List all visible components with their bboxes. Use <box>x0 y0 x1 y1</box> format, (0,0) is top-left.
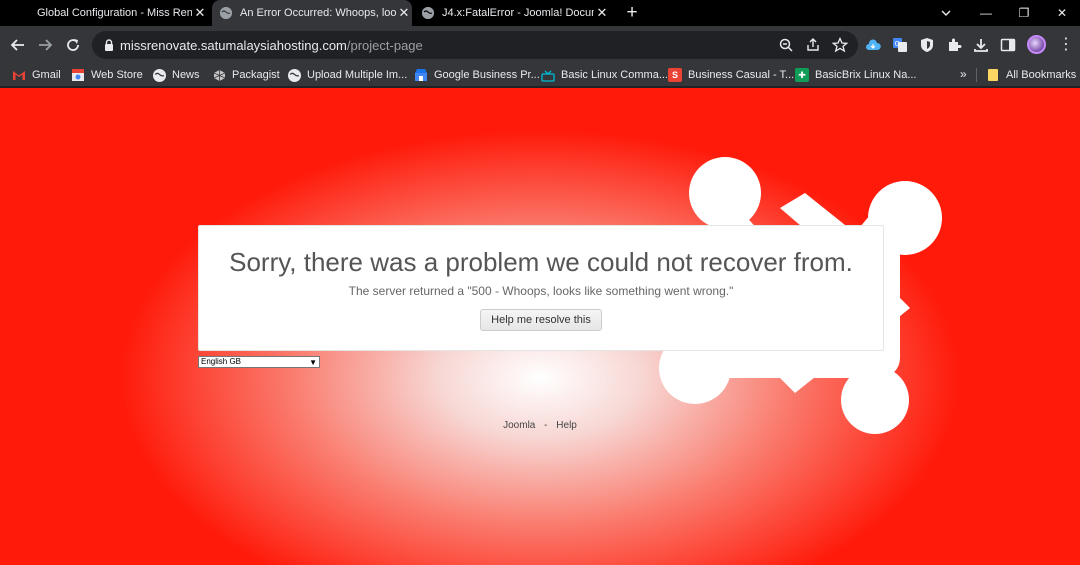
address-bar[interactable]: missrenovate.satumalaysiahosting.com/pro… <box>92 31 858 59</box>
footer-help-link[interactable]: Help <box>556 420 577 431</box>
shield-icon[interactable] <box>918 36 936 54</box>
zoom-icon[interactable] <box>778 37 794 53</box>
footer-joomla-link[interactable]: Joomla <box>503 420 535 431</box>
forward-button[interactable] <box>34 34 56 56</box>
close-icon[interactable]: ✕ <box>192 5 208 21</box>
restore-button[interactable]: ❐ <box>1004 0 1044 26</box>
footer-separator: - <box>544 420 548 431</box>
bookmark-upload-multiple[interactable]: Upload Multiple Im... <box>287 67 407 83</box>
page-footer: Joomla - Help <box>0 420 1080 431</box>
bookmark-label: BasicBrix Linux Na... <box>815 69 917 81</box>
side-panel-icon[interactable] <box>999 36 1017 54</box>
tab-strip: Global Configuration - Miss Renovate ✕ A… <box>0 0 1080 26</box>
tab-title: Global Configuration - Miss Renovate <box>37 7 192 19</box>
menu-kebab-icon[interactable]: ⋮ <box>1058 36 1074 54</box>
cloud-icon[interactable] <box>864 36 882 54</box>
minimize-button[interactable]: — <box>966 0 1006 26</box>
error-panel: Sorry, there was a problem we could not … <box>198 225 884 351</box>
linux-icon <box>541 68 555 82</box>
globe-icon <box>152 68 166 82</box>
globe-icon <box>422 7 434 19</box>
all-bookmarks-folder[interactable]: All Bookmarks <box>986 67 1076 83</box>
bookmark-packagist[interactable]: Packagist <box>212 67 280 83</box>
bookmark-google-business[interactable]: Google Business Pr... <box>414 67 540 83</box>
tab-search-icon[interactable] <box>926 0 966 26</box>
star-icon[interactable] <box>832 37 848 53</box>
bookmark-label: Upload Multiple Im... <box>307 69 408 81</box>
share-icon[interactable] <box>805 37 821 53</box>
url-path: /project-page <box>346 38 423 53</box>
tab-error-occurred[interactable]: An Error Occurred: Whoops, looks like so… <box>212 0 412 26</box>
tab-title: J4.x:FatalError - Joomla! Documentation <box>442 7 594 19</box>
language-select[interactable]: English GB ▼ <box>198 356 320 368</box>
language-selected-value: English GB <box>201 357 242 366</box>
svg-text:G: G <box>895 40 900 48</box>
download-icon[interactable] <box>972 36 990 54</box>
bookmark-label: Business Casual - T... <box>688 69 795 81</box>
packagist-icon <box>212 68 226 82</box>
help-resolve-button[interactable]: Help me resolve this <box>480 309 602 331</box>
bookmark-label: Google Business Pr... <box>434 69 540 81</box>
bookmark-gmail[interactable]: Gmail <box>12 67 61 83</box>
arrow-left-icon <box>10 39 24 51</box>
arrow-right-icon <box>39 39 53 51</box>
globe-icon <box>220 7 232 19</box>
gmail-icon <box>12 68 26 82</box>
translate-icon[interactable]: G <box>891 36 909 54</box>
lock-icon[interactable] <box>102 38 116 52</box>
folder-icon <box>986 68 1000 82</box>
globe-icon <box>287 68 301 82</box>
bookmark-label: Gmail <box>32 69 61 81</box>
bookmarks-overflow-button[interactable]: » <box>960 67 967 81</box>
reload-icon <box>67 39 79 51</box>
bookmarks-divider <box>976 68 977 82</box>
url-text: missrenovate.satumalaysiahosting.com/pro… <box>120 38 423 53</box>
bookmark-web-store[interactable]: Web Store <box>71 67 143 83</box>
error-title: Sorry, there was a problem we could not … <box>229 247 853 277</box>
close-icon[interactable]: ✕ <box>396 5 412 21</box>
bookmark-label: Web Store <box>91 69 143 81</box>
bookmark-label: News <box>172 69 200 81</box>
bookmarks-bar: Gmail Web Store News Packagist Upload Mu… <box>0 63 1080 87</box>
bookmark-label: Packagist <box>232 69 280 81</box>
reload-button[interactable] <box>62 34 84 56</box>
plus-icon: ✚ <box>795 68 809 82</box>
back-button[interactable] <box>7 34 29 56</box>
bookmark-basic-linux[interactable]: Basic Linux Comma... <box>541 67 668 83</box>
tab-title: An Error Occurred: Whoops, looks like so… <box>240 7 396 19</box>
error-message: The server returned a "500 - Whoops, loo… <box>348 284 734 298</box>
tab-fatal-error-docs[interactable]: J4.x:FatalError - Joomla! Documentation … <box>416 0 610 26</box>
google-business-icon <box>414 68 428 82</box>
all-bookmarks-label: All Bookmarks <box>1006 69 1077 81</box>
profile-avatar[interactable] <box>1027 35 1046 54</box>
bookmark-basicbrix-linux[interactable]: ✚ BasicBrix Linux Na... <box>795 67 916 83</box>
error-page: Sorry, there was a problem we could not … <box>0 88 1080 565</box>
extensions-icon[interactable] <box>945 36 963 54</box>
new-tab-button[interactable]: + <box>621 2 643 24</box>
tab-global-configuration[interactable]: Global Configuration - Miss Renovate ✕ <box>18 0 208 26</box>
s-icon: S <box>668 68 682 82</box>
bookmark-news[interactable]: News <box>152 67 200 83</box>
close-window-button[interactable]: ✕ <box>1042 0 1080 26</box>
webstore-icon <box>71 68 85 82</box>
bookmark-label: Basic Linux Comma... <box>561 69 668 81</box>
bookmark-business-casual[interactable]: S Business Casual - T... <box>668 67 794 83</box>
chevron-down-icon: ▼ <box>309 358 317 367</box>
close-icon[interactable]: ✕ <box>594 5 610 21</box>
url-host: missrenovate.satumalaysiahosting.com <box>120 38 347 53</box>
